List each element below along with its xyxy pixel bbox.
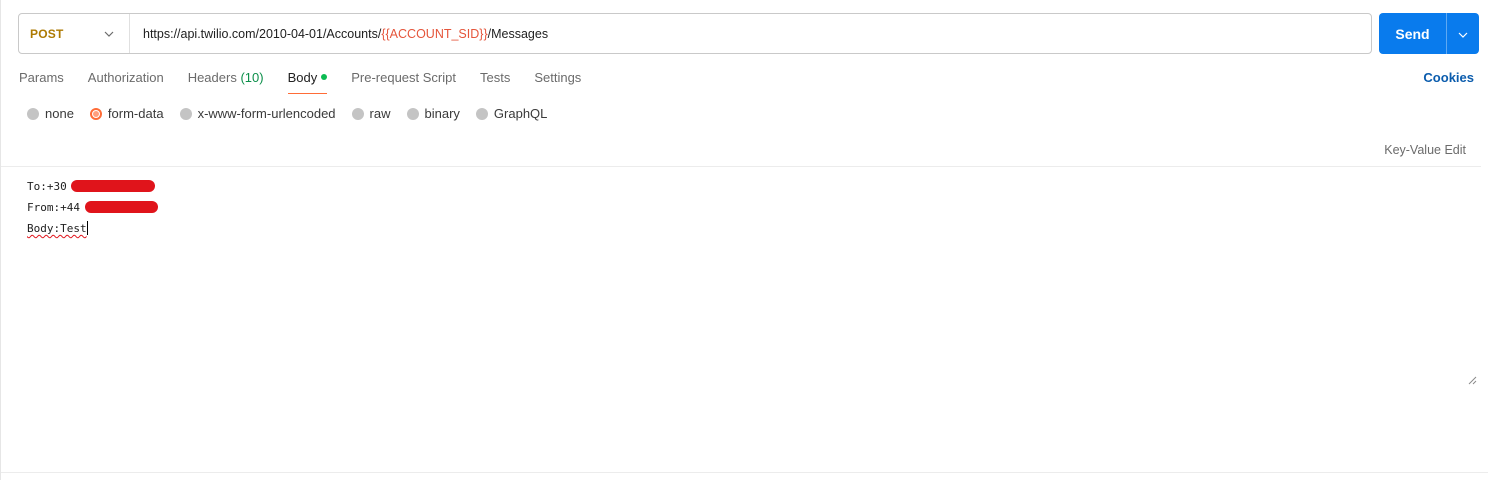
url-prefix: https://api.twilio.com/2010-04-01/Accoun… <box>143 26 382 41</box>
radio-form-data[interactable]: form-data <box>89 106 164 121</box>
method-select[interactable]: POST <box>19 14 130 53</box>
bulk-line-text: To:+30 <box>27 180 67 193</box>
tab-tests[interactable]: Tests <box>480 70 510 94</box>
headers-count: (10) <box>240 70 264 85</box>
radio-circle <box>179 107 192 120</box>
tab-authorization[interactable]: Authorization <box>88 70 164 94</box>
resize-handle-icon[interactable] <box>1467 372 1477 385</box>
bulk-line-text: From:+44 <box>27 201 80 214</box>
body-indicator-dot <box>321 74 328 80</box>
text-caret <box>86 221 88 235</box>
tab-params[interactable]: Params <box>19 70 64 94</box>
radio-graphql[interactable]: GraphQL <box>475 106 548 121</box>
bulk-edit-textarea[interactable]: To:+30 From:+44 Body:Test <box>19 170 1481 385</box>
cookies-link[interactable]: Cookies <box>1423 70 1474 85</box>
bulk-line-text: Body:Test <box>27 222 87 235</box>
request-tabs: Params Authorization Headers (10) Body P… <box>19 70 605 94</box>
radio-label: x-www-form-urlencoded <box>197 106 336 121</box>
url-input[interactable]: https://api.twilio.com/2010-04-01/Accoun… <box>130 27 548 41</box>
url-variable: {{ACCOUNT_SID}} <box>381 26 488 41</box>
radio-circle <box>351 107 364 120</box>
bulk-line-to: To:+30 <box>27 176 155 197</box>
tab-label: Settings <box>534 70 582 85</box>
tab-headers[interactable]: Headers (10) <box>188 70 264 94</box>
chevron-down-icon <box>103 28 115 40</box>
request-editor: POST https://api.twilio.com/2010-04-01/A… <box>0 0 1488 480</box>
send-button[interactable]: Send <box>1379 13 1446 54</box>
tab-label: Params <box>19 70 64 85</box>
radio-label: raw <box>369 106 391 121</box>
redaction-mark <box>85 201 158 213</box>
radio-raw[interactable]: raw <box>351 106 391 121</box>
tab-label: Tests <box>479 70 511 85</box>
send-button-group: Send <box>1379 13 1479 54</box>
bulk-line-body: Body:Test <box>27 218 88 239</box>
tab-label: Headers <box>187 70 237 85</box>
bulk-edit-content: To:+30 From:+44 Body:Test <box>27 176 158 239</box>
tab-label: Pre-request Script <box>351 70 456 85</box>
bulk-line-from: From:+44 <box>27 197 158 218</box>
tab-body[interactable]: Body <box>287 70 328 94</box>
radio-circle <box>27 107 39 120</box>
tab-label: Authorization <box>87 70 164 85</box>
radio-x-www-form-urlencoded[interactable]: x-www-form-urlencoded <box>179 106 336 121</box>
bottom-divider <box>1 472 1488 473</box>
radio-binary[interactable]: binary <box>406 106 460 121</box>
radio-label: binary <box>424 106 460 121</box>
send-options-button[interactable] <box>1447 13 1479 54</box>
key-value-edit-link[interactable]: Key-Value Edit <box>1384 143 1466 157</box>
method-label: POST <box>30 26 64 41</box>
body-mode-radios: none form-data x-www-form-urlencoded raw… <box>27 106 563 121</box>
tab-label: Body <box>287 70 318 85</box>
radio-circle <box>406 107 419 120</box>
tab-pre-request-script[interactable]: Pre-request Script <box>351 70 456 94</box>
tab-settings[interactable]: Settings <box>534 70 581 94</box>
chevron-down-icon <box>1458 25 1468 43</box>
url-suffix: /Messages <box>487 26 549 41</box>
radio-label: form-data <box>107 106 164 121</box>
radio-circle <box>475 107 488 120</box>
url-bar: POST https://api.twilio.com/2010-04-01/A… <box>18 13 1372 54</box>
radio-label: GraphQL <box>493 106 548 121</box>
redaction-mark <box>71 180 155 192</box>
radio-none[interactable]: none <box>27 106 74 121</box>
radio-circle <box>89 107 102 120</box>
divider <box>1 166 1481 167</box>
radio-label: none <box>45 106 74 121</box>
